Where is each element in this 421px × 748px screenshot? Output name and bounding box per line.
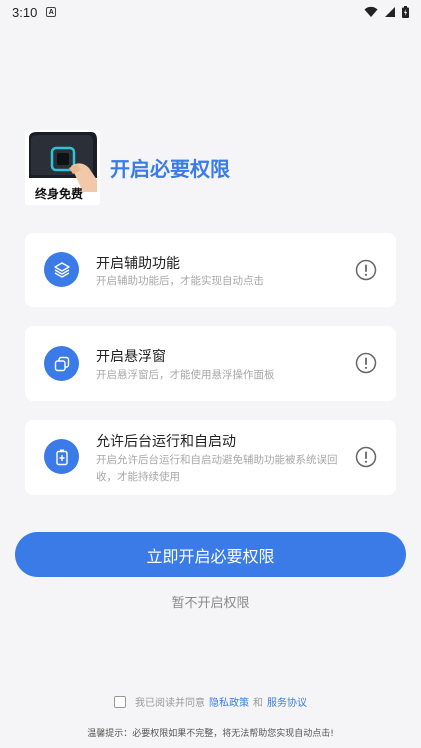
card-title: 允许后台运行和自启动 [96, 434, 236, 450]
card-description: 开启允许后台运行和自启动避免辅助功能被系统误回收，才能持续使用 [96, 454, 338, 483]
battery-status-icon [402, 6, 409, 18]
enable-permissions-button[interactable]: 立即开启必要权限 [15, 532, 406, 577]
signal-icon [385, 7, 395, 17]
skip-permissions-link[interactable]: 暂不开启权限 [0, 592, 421, 611]
info-icon[interactable] [355, 446, 377, 468]
logo-caption: 终身免费 [35, 187, 84, 201]
notification-icon: A [46, 7, 57, 17]
permission-card-overlay[interactable]: 开启悬浮窗 开启悬浮窗后，才能使用悬浮操作面板 [25, 326, 396, 401]
card-description: 开启悬浮窗后，才能使用悬浮操作面板 [96, 369, 275, 381]
status-bar: 3:10 A [0, 0, 421, 24]
permission-card-background[interactable]: 允许后台运行和自启动 开启允许后台运行和自启动避免辅助功能被系统误回收，才能持续… [25, 420, 396, 495]
app-logo: 终身免费 [25, 130, 100, 205]
agreement-checkbox[interactable] [114, 695, 126, 708]
warning-tip: 温馨提示：必要权限如果不完整，将无法帮助您实现自动点击! [87, 729, 334, 739]
permission-card-accessibility[interactable]: 开启辅助功能 开启辅助功能后，才能实现自动点击 [25, 233, 396, 307]
battery-icon [44, 439, 79, 474]
layers-icon [44, 252, 79, 287]
info-icon[interactable] [355, 259, 377, 281]
card-title: 开启辅助功能 [96, 256, 180, 272]
card-description: 开启辅助功能后，才能实现自动点击 [96, 275, 264, 287]
page-title: 开启必要权限 [110, 157, 230, 181]
header: 终身免费 开启必要权限 [25, 130, 230, 205]
status-time: 3:10 [12, 4, 38, 20]
agreement-conjunction: 和 [253, 698, 263, 709]
overlay-icon [44, 346, 79, 381]
info-icon[interactable] [355, 352, 377, 374]
privacy-policy-link[interactable]: 隐私政策 [209, 694, 249, 709]
status-icons [364, 6, 409, 18]
service-agreement-link[interactable]: 服务协议 [267, 694, 307, 709]
agreement-row: 我已阅读并同意 隐私政策 和 服务协议 [0, 694, 421, 709]
card-title: 开启悬浮窗 [96, 349, 166, 365]
wifi-icon [364, 6, 378, 17]
agreement-prefix: 我已阅读并同意 [135, 698, 205, 709]
